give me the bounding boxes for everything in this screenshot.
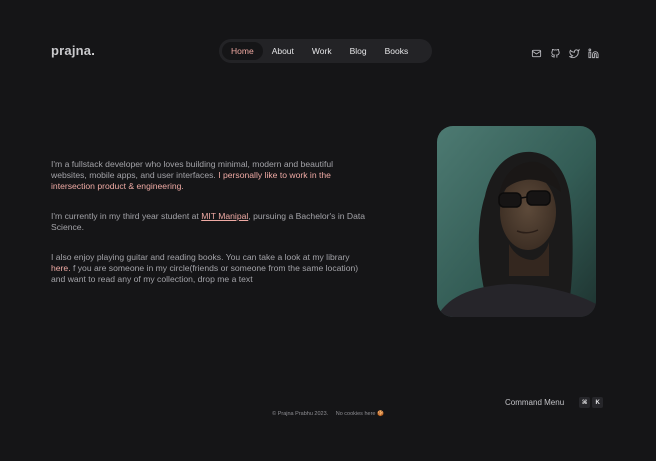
linkedin-icon[interactable] [588, 48, 599, 59]
intro-p2-prefix: I'm currently in my third year student a… [51, 211, 202, 221]
footer: © Prajna Prabhu 2023. No cookies here 🍪 [0, 411, 656, 417]
twitter-icon[interactable] [569, 48, 580, 59]
footer-cookies: No cookies here 🍪 [335, 411, 384, 417]
site-logo[interactable]: prajna. [51, 43, 95, 58]
footer-copyright: © Prajna Prabhu 2023. [272, 411, 329, 417]
nav-home[interactable]: Home [222, 42, 263, 60]
intro-p3-prefix: I also enjoy playing guitar and reading … [51, 252, 350, 262]
library-link[interactable]: here. [51, 263, 71, 273]
logo-dot: . [91, 43, 96, 58]
nav-about[interactable]: About [263, 42, 303, 60]
github-icon[interactable] [550, 48, 561, 59]
intro-p3-suffix: f you are someone in my circle(friends o… [51, 263, 359, 284]
profile-photo [437, 126, 596, 317]
nav-blog[interactable]: Blog [341, 42, 376, 60]
intro-paragraph-2: I'm currently in my third year student a… [51, 211, 371, 233]
social-links [531, 48, 599, 59]
command-key: ⌘ [579, 397, 591, 408]
command-menu-label: Command Menu [505, 398, 565, 407]
logo-text: prajna [51, 43, 92, 58]
mit-manipal-link[interactable]: MIT Manipal [201, 211, 248, 221]
main-nav: Home About Work Blog Books [219, 39, 432, 63]
intro-section: I'm a fullstack developer who loves buil… [51, 159, 371, 304]
intro-paragraph-1: I'm a fullstack developer who loves buil… [51, 159, 371, 192]
command-menu-button[interactable]: Command Menu ⌘ K [505, 397, 604, 408]
mail-icon[interactable] [531, 48, 542, 59]
k-key: K [592, 397, 604, 408]
nav-books[interactable]: Books [376, 42, 418, 60]
nav-work[interactable]: Work [303, 42, 341, 60]
intro-paragraph-3: I also enjoy playing guitar and reading … [51, 252, 371, 285]
